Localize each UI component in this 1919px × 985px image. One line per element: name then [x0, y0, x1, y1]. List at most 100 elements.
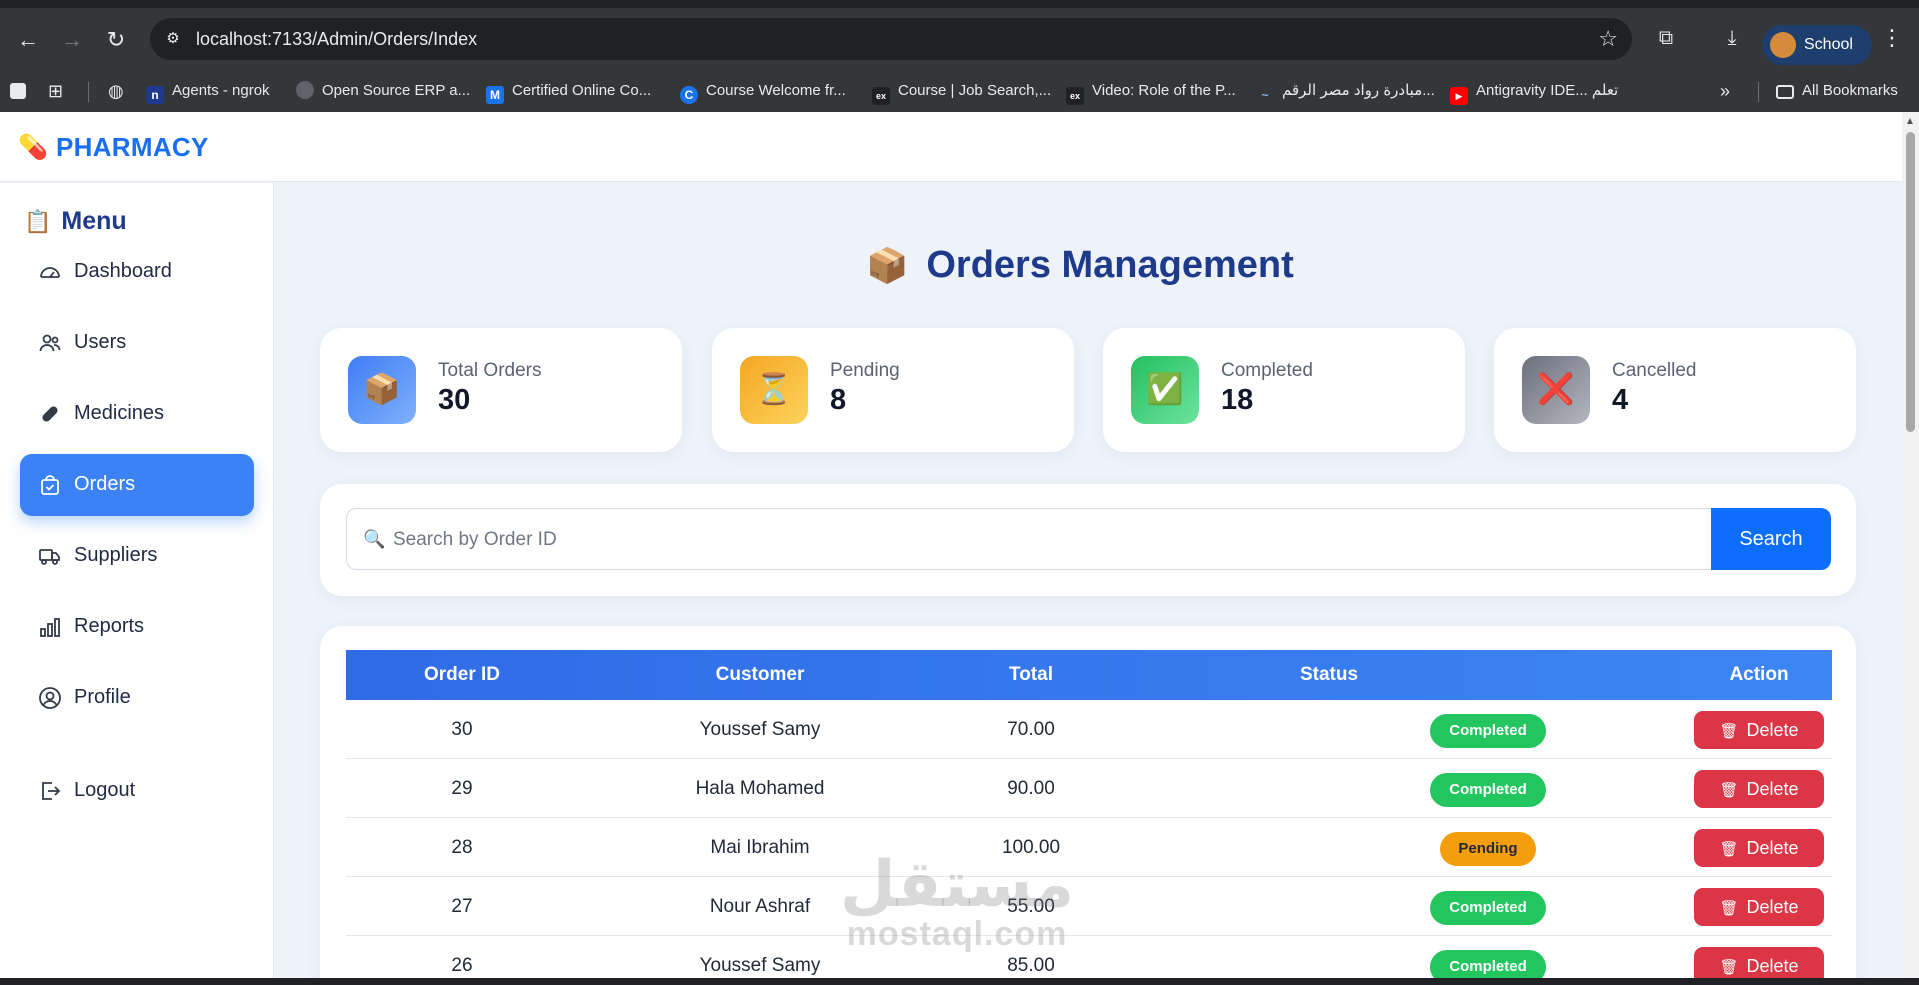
profile-button[interactable]: School — [1762, 25, 1872, 65]
bookmark-star-icon[interactable]: ☆ — [1598, 26, 1618, 52]
stat-label: Completed — [1221, 360, 1313, 381]
total-cell: 55.00 — [1007, 896, 1055, 917]
trash-icon: 🗑 — [1719, 959, 1739, 976]
download-icon[interactable]: ⤓ — [1718, 24, 1746, 52]
delete-button[interactable]: 🗑 Delete — [1694, 829, 1824, 867]
edx-icon: ex — [1066, 87, 1084, 105]
clipboard-icon: 📋 — [24, 209, 52, 234]
bookmark-item[interactable]: ex Video: Role of the P... — [1066, 70, 1236, 112]
capsule-icon — [38, 402, 62, 426]
chevron-more-icon[interactable]: » — [1720, 70, 1730, 112]
coursera-icon: C — [680, 86, 698, 104]
status-badge: Completed — [1430, 714, 1546, 748]
bar-chart-icon — [38, 615, 62, 639]
reload-icon[interactable]: ↻ — [102, 26, 130, 54]
apps-grid-icon[interactable]: ⊞ — [48, 70, 63, 112]
sidebar-item-logout[interactable]: Logout — [20, 760, 254, 822]
sidebar-item-suppliers[interactable]: Suppliers — [20, 525, 254, 587]
bookmark-item[interactable]: M Certified Online Co... — [486, 70, 651, 112]
stat-value: 30 — [438, 384, 471, 416]
delete-button[interactable]: 🗑 Delete — [1694, 888, 1824, 926]
bookmark-item[interactable]: ex Course | Job Search,... — [872, 70, 1051, 112]
stat-label: Cancelled — [1612, 360, 1697, 381]
stat-value: 18 — [1221, 384, 1254, 416]
order-id-cell: 26 — [451, 955, 473, 976]
stat-label: Total Orders — [438, 360, 542, 381]
delete-button[interactable]: 🗑 Delete — [1694, 711, 1824, 749]
column-header[interactable]: Action — [1686, 664, 1832, 686]
browser-toolbar: ← → ↻ ⚙ localhost:7133/Admin/Orders/Inde… — [0, 8, 1919, 70]
status-badge: Completed — [1430, 891, 1546, 925]
delete-button[interactable]: 🗑 Delete — [1694, 947, 1824, 978]
avatar — [1770, 32, 1796, 58]
column-header[interactable]: Customer — [646, 664, 874, 686]
search-input[interactable] — [393, 523, 1693, 557]
bookmark-item[interactable]: Open Source ERP a... — [296, 70, 470, 112]
stat-value: 8 — [830, 384, 847, 416]
bookmark-item[interactable]: ▶ Antigravity IDE... تعلم — [1450, 70, 1618, 112]
table-row: 26 Youssef Samy 85.00 Completed 🗑 Delete — [346, 936, 1832, 978]
orders-table: Order ID Customer Total Status Action 30… — [320, 626, 1856, 978]
forward-arrow-icon[interactable]: → — [58, 26, 86, 54]
back-arrow-icon[interactable]: ← — [14, 26, 42, 54]
globe-icon[interactable]: ◍ — [108, 70, 124, 112]
stat-card-total: 📦 Total Orders 30 — [320, 328, 682, 452]
status-badge: Completed — [1430, 773, 1546, 807]
status-badge: Completed — [1430, 950, 1546, 978]
url-text[interactable]: localhost:7133/Admin/Orders/Index — [196, 29, 477, 50]
app-header: 💊 PHARMACY — [0, 112, 1902, 182]
delete-button[interactable]: 🗑 Delete — [1694, 770, 1824, 808]
search-button[interactable]: Search — [1711, 508, 1831, 570]
all-bookmarks[interactable]: All Bookmarks — [1776, 70, 1898, 112]
erp-icon — [296, 81, 314, 99]
trash-icon: 🗑 — [1719, 841, 1739, 858]
bookmark-item[interactable]: ~ مبادرة رواد مصر الرقم... — [1256, 70, 1435, 112]
page: 💊 PHARMACY 📋 Menu Dashboard Users Medicin… — [0, 112, 1902, 978]
divider — [88, 82, 89, 102]
sidebar-item-profile[interactable]: Profile — [20, 667, 254, 729]
sidebar-item-reports[interactable]: Reports — [20, 596, 254, 658]
users-icon — [38, 331, 62, 355]
stat-label: Pending — [830, 360, 900, 381]
stat-card-completed: ✅ Completed 18 — [1103, 328, 1465, 452]
extensions-icon[interactable]: ⧉ — [1652, 24, 1680, 52]
total-cell: 85.00 — [1007, 955, 1055, 976]
table-header: Order ID Customer Total Status Action — [346, 650, 1832, 700]
wave-icon: ~ — [1256, 86, 1274, 104]
trash-icon: 🗑 — [1719, 900, 1739, 917]
scroll-up-icon[interactable]: ▲ — [1905, 116, 1915, 127]
edx-icon: ex — [872, 87, 890, 105]
hourglass-icon: ⏳ — [740, 356, 808, 424]
page-scrollbar[interactable]: ▲ — [1902, 112, 1919, 978]
tab-search-icon[interactable] — [10, 70, 34, 112]
check-icon: ✅ — [1131, 356, 1199, 424]
page-title: 📦 Orders Management — [866, 244, 1294, 286]
address-bar[interactable]: ⚙ localhost:7133/Admin/Orders/Index ☆ — [150, 18, 1632, 60]
scroll-thumb[interactable] — [1906, 132, 1915, 432]
bookmark-item[interactable]: n Agents - ngrok — [146, 70, 270, 112]
bookmark-item[interactable]: C Course Welcome fr... — [680, 70, 846, 112]
bookmarks-bar: ⊞ ◍ n Agents - ngrok Open Source ERP a...… — [0, 70, 1919, 112]
sidebar-item-orders[interactable]: Orders — [20, 454, 254, 516]
customer-cell: Youssef Samy — [699, 719, 821, 740]
sidebar-item-medicines[interactable]: Medicines — [20, 383, 254, 445]
column-header[interactable]: Order ID — [380, 664, 544, 686]
site-settings-icon[interactable]: ⚙ — [162, 28, 184, 50]
divider — [1758, 82, 1759, 102]
profile-name: School — [1804, 36, 1853, 53]
truck-icon — [38, 544, 62, 568]
table-row: 27 Nour Ashraf 55.00 Completed 🗑 Delete — [346, 877, 1832, 936]
column-header[interactable]: Status — [1246, 664, 1412, 686]
search-icon: 🔍 — [363, 529, 386, 549]
customer-cell: Hala Mohamed — [695, 778, 825, 799]
sidebar-item-users[interactable]: Users — [20, 312, 254, 374]
sidebar: 📋 Menu Dashboard Users Medicines Orders S… — [0, 183, 274, 978]
more-menu-icon[interactable]: ⋮ — [1880, 24, 1904, 52]
package-icon: 📦 — [866, 247, 909, 285]
brand-logo[interactable]: PHARMACY — [56, 132, 209, 163]
column-header[interactable]: Total — [966, 664, 1096, 686]
table-row: 29 Hala Mohamed 90.00 Completed 🗑 Delete — [346, 759, 1832, 818]
order-id-cell: 30 — [451, 719, 473, 740]
sidebar-item-dashboard[interactable]: Dashboard — [20, 241, 254, 303]
order-id-cell: 29 — [451, 778, 473, 799]
